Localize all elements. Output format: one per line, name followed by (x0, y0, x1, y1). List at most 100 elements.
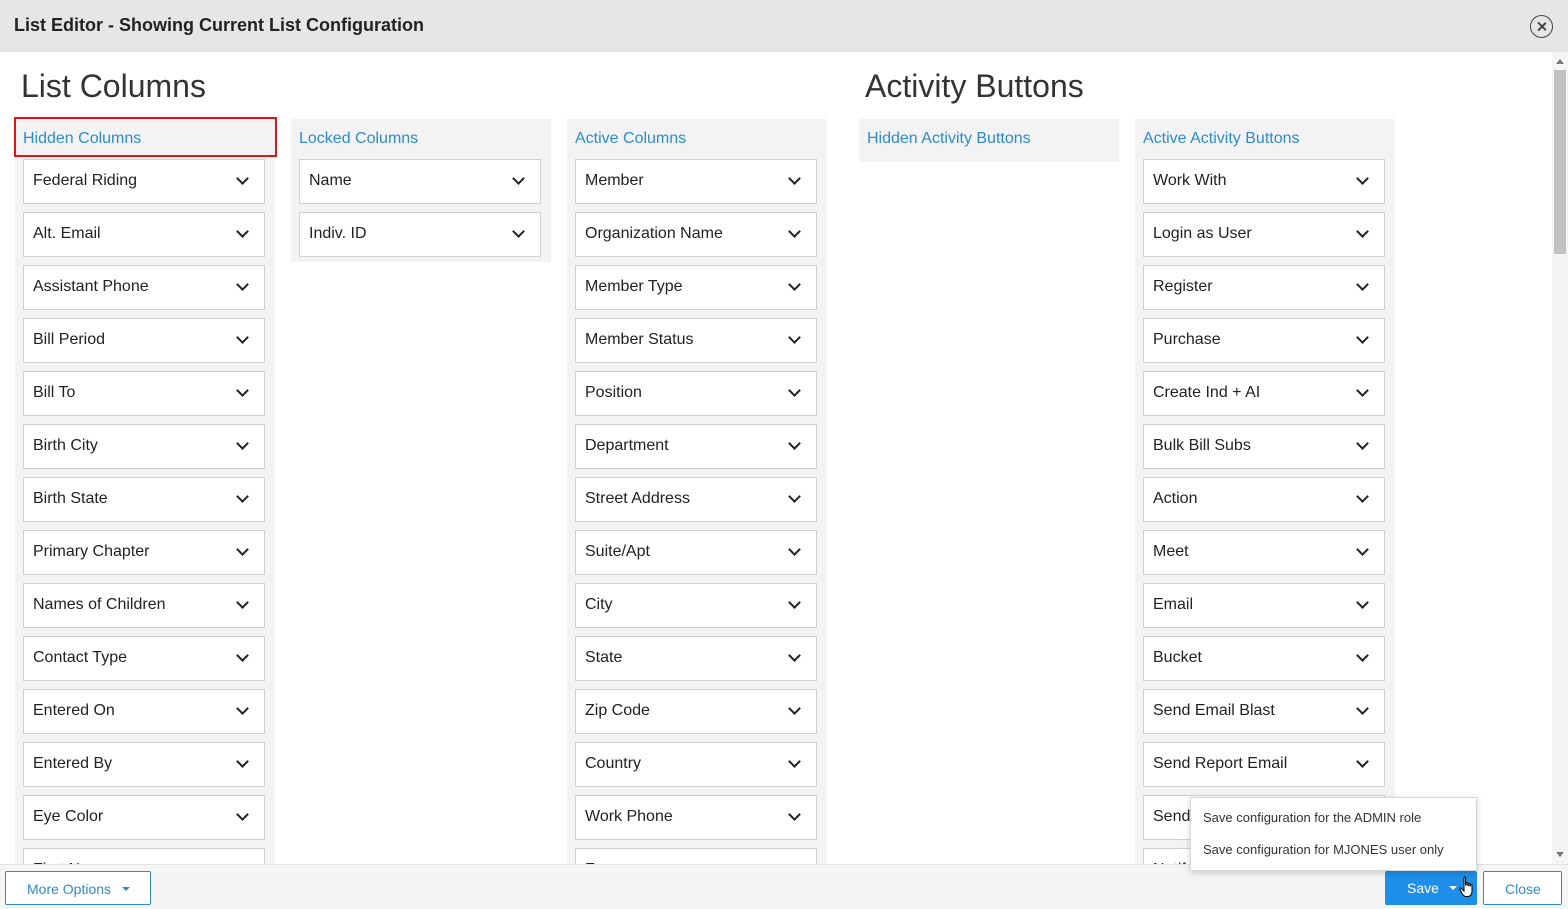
chevron-down-icon[interactable] (1356, 702, 1369, 715)
active-activity-buttons-label[interactable]: Active Activity Buttons (1143, 130, 1300, 148)
item-label: Names of Children (33, 596, 166, 613)
active-activity-buttons-item[interactable]: Create Ind + AI (1143, 371, 1385, 416)
chevron-down-icon[interactable] (1356, 490, 1369, 503)
close-icon[interactable] (1530, 15, 1553, 38)
chevron-down-icon[interactable] (236, 702, 249, 715)
active-activity-buttons-item[interactable]: Meet (1143, 530, 1385, 575)
chevron-down-icon[interactable] (1356, 278, 1369, 291)
chevron-down-icon[interactable] (512, 225, 525, 238)
chevron-down-icon[interactable] (1356, 225, 1369, 238)
active-activity-buttons-item[interactable]: Register (1143, 265, 1385, 310)
active-activity-buttons-item[interactable]: Purchase (1143, 318, 1385, 363)
chevron-down-icon[interactable] (788, 437, 801, 450)
hidden-columns-item[interactable]: Birth City (23, 424, 265, 469)
chevron-down-icon[interactable] (236, 437, 249, 450)
save-for-user-option[interactable]: Save configuration for MJONES user only (1203, 842, 1444, 857)
item-label: Login as User (1153, 225, 1252, 242)
hidden-activity-buttons-label[interactable]: Hidden Activity Buttons (867, 130, 1031, 148)
active-columns-item[interactable]: Member Status (575, 318, 817, 363)
active-columns-panel: Active Columns Member Organization Name Me… (567, 119, 827, 893)
chevron-down-icon[interactable] (236, 490, 249, 503)
item-label: Member (585, 172, 644, 189)
active-activity-buttons-item[interactable]: Login as User (1143, 212, 1385, 257)
active-activity-buttons-item[interactable]: Bulk Bill Subs (1143, 424, 1385, 469)
active-columns-label[interactable]: Active Columns (575, 130, 686, 148)
active-activity-buttons-item[interactable]: Bucket (1143, 636, 1385, 681)
active-activity-buttons-item[interactable]: Email (1143, 583, 1385, 628)
chevron-down-icon[interactable] (236, 543, 249, 556)
scroll-thumb[interactable] (1554, 70, 1566, 254)
hidden-columns-item[interactable]: Bill Period (23, 318, 265, 363)
chevron-down-icon[interactable] (1356, 649, 1369, 662)
chevron-down-icon[interactable] (236, 225, 249, 238)
active-columns-item[interactable]: State (575, 636, 817, 681)
hidden-columns-item[interactable]: Assistant Phone (23, 265, 265, 310)
hidden-columns-item[interactable]: Names of Children (23, 583, 265, 628)
active-columns-item[interactable]: Member Type (575, 265, 817, 310)
hidden-columns-item[interactable]: Contact Type (23, 636, 265, 681)
hidden-columns-item[interactable]: Primary Chapter (23, 530, 265, 575)
chevron-down-icon[interactable] (236, 172, 249, 185)
save-for-admin-role-option[interactable]: Save configuration for the ADMIN role (1203, 810, 1421, 825)
active-columns-item[interactable]: Suite/Apt (575, 530, 817, 575)
hidden-columns-item[interactable]: Entered By (23, 742, 265, 787)
chevron-down-icon[interactable] (788, 172, 801, 185)
chevron-down-icon[interactable] (236, 596, 249, 609)
chevron-down-icon[interactable] (788, 490, 801, 503)
active-columns-item[interactable]: Organization Name (575, 212, 817, 257)
hidden-columns-item[interactable]: Alt. Email (23, 212, 265, 257)
active-columns-item[interactable]: Work Phone (575, 795, 817, 840)
active-columns-item[interactable]: Department (575, 424, 817, 469)
chevron-down-icon[interactable] (1356, 331, 1369, 344)
hidden-columns-item[interactable]: Birth State (23, 477, 265, 522)
hidden-columns-item[interactable]: Entered On (23, 689, 265, 734)
active-columns-item[interactable]: Street Address (575, 477, 817, 522)
chevron-down-icon[interactable] (788, 278, 801, 291)
hidden-columns-item[interactable]: Bill To (23, 371, 265, 416)
chevron-down-icon[interactable] (1356, 437, 1369, 450)
chevron-down-icon[interactable] (788, 702, 801, 715)
chevron-down-icon[interactable] (236, 649, 249, 662)
active-activity-buttons-item[interactable]: Send Email Blast (1143, 689, 1385, 734)
chevron-down-icon[interactable] (236, 278, 249, 291)
chevron-down-icon[interactable] (1356, 172, 1369, 185)
active-columns-item[interactable]: Country (575, 742, 817, 787)
chevron-down-icon[interactable] (236, 808, 249, 821)
chevron-down-icon[interactable] (788, 755, 801, 768)
active-activity-buttons-item[interactable]: Send Report Email (1143, 742, 1385, 787)
active-columns-item[interactable]: Member (575, 159, 817, 204)
active-columns-item[interactable]: Position (575, 371, 817, 416)
chevron-down-icon[interactable] (236, 384, 249, 397)
chevron-down-icon[interactable] (788, 384, 801, 397)
hidden-columns-item[interactable]: Federal Riding (23, 159, 265, 204)
locked-columns-item[interactable]: Indiv. ID (299, 212, 541, 257)
chevron-down-icon[interactable] (1356, 755, 1369, 768)
item-label: Street Address (585, 490, 690, 507)
more-options-button[interactable]: More Options (5, 871, 151, 905)
chevron-down-icon[interactable] (1356, 384, 1369, 397)
locked-columns-item[interactable]: Name (299, 159, 541, 204)
chevron-down-icon[interactable] (236, 755, 249, 768)
vertical-scrollbar[interactable] (1552, 52, 1568, 864)
chevron-down-icon[interactable] (788, 808, 801, 821)
chevron-down-icon[interactable] (788, 331, 801, 344)
chevron-down-icon[interactable] (788, 543, 801, 556)
active-columns-item[interactable]: Zip Code (575, 689, 817, 734)
chevron-down-icon[interactable] (236, 331, 249, 344)
chevron-down-icon[interactable] (512, 172, 525, 185)
active-columns-item[interactable]: City (575, 583, 817, 628)
active-activity-buttons-item[interactable]: Work With (1143, 159, 1385, 204)
item-label: State (585, 649, 623, 666)
active-activity-buttons-item[interactable]: Action (1143, 477, 1385, 522)
chevron-down-icon[interactable] (788, 225, 801, 238)
chevron-down-icon[interactable] (1356, 596, 1369, 609)
scroll-up-arrow-icon[interactable] (1556, 59, 1564, 64)
chevron-down-icon[interactable] (788, 596, 801, 609)
scroll-down-arrow-icon[interactable] (1556, 852, 1564, 857)
save-caret-down-icon[interactable] (1449, 886, 1457, 890)
chevron-down-icon[interactable] (1356, 543, 1369, 556)
hidden-columns-item[interactable]: Eye Color (23, 795, 265, 840)
chevron-down-icon[interactable] (788, 649, 801, 662)
close-button[interactable]: Close (1483, 871, 1562, 905)
locked-columns-label[interactable]: Locked Columns (299, 130, 418, 148)
